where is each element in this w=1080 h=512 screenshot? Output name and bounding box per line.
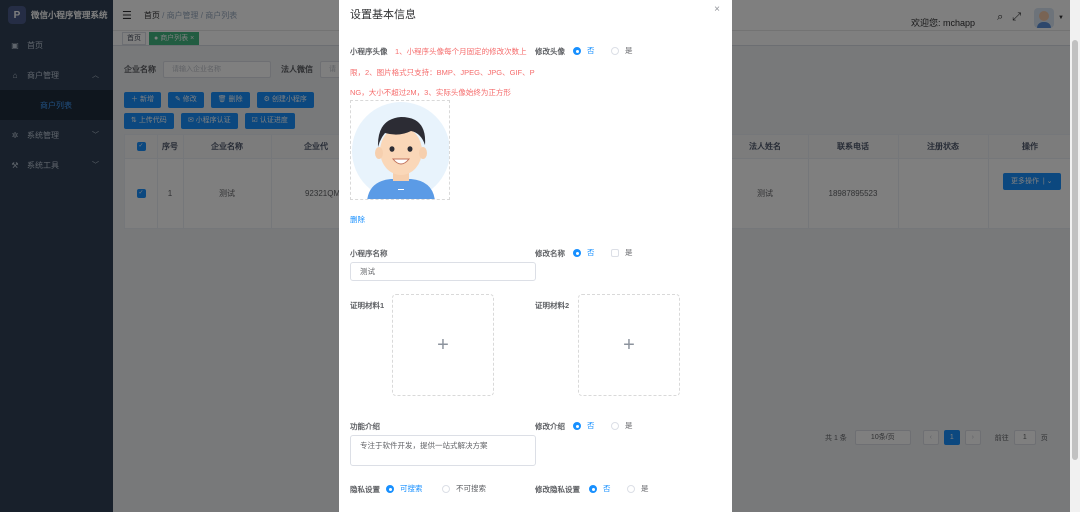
cert1-upload[interactable]: + [392,294,494,396]
edit-name-yes-radio[interactable]: 是 [611,247,633,258]
edit-name-no-radio[interactable]: 否 [573,247,595,258]
avatar-note: 限，2、图片格式只支持：BMP、JPEG、JPG、GIF、P [350,68,535,77]
radio-label: 否 [587,248,595,257]
edit-intro-yes-radio[interactable]: 是 [611,420,633,431]
edit-name-label: 修改名称 [535,249,565,258]
avatar-image [352,102,449,199]
edit-intro-no-radio[interactable]: 否 [573,420,595,431]
cert2-upload[interactable]: + [578,294,680,396]
radio-label: 否 [587,421,595,430]
intro-textarea[interactable]: 专注于软件开发，提供一站式解决方案 [350,435,536,466]
radio-label: 是 [625,248,633,257]
radio-label: 是 [625,46,633,55]
radio-label: 否 [603,484,611,493]
radio-label: 否 [587,46,595,55]
dialog-title: 设置基本信息 [350,9,416,21]
privacy-unsearchable-radio[interactable]: 不可搜索 [442,483,486,494]
avatar-note: NG，大小不超过2M，3、实际头像始终为正方形 [350,88,511,97]
avatar-preview[interactable] [350,100,450,200]
basic-info-dialog: 设置基本信息 × 小程序头像 1、小程序头像每个月固定的修改次数上 修改头像 否… [339,0,732,512]
radio-label: 可搜索 [400,484,423,493]
cert2-label: 证明材料2 [535,301,570,310]
edit-privacy-no-radio[interactable]: 否 [589,483,611,494]
plus-icon: + [623,333,635,356]
radio-label: 是 [641,484,649,493]
edit-avatar-yes-radio[interactable]: 是 [611,45,633,56]
privacy-searchable-radio[interactable]: 可搜索 [386,483,423,494]
avatar-label: 小程序头像 [350,47,388,56]
cert1-label: 证明材料1 [350,301,385,310]
radio-label: 是 [625,421,633,430]
edit-avatar-no-radio[interactable]: 否 [573,45,595,56]
close-icon[interactable]: × [714,4,720,15]
edit-avatar-label: 修改头像 [535,47,565,56]
intro-label: 功能介绍 [350,422,380,431]
avatar-note: 1、小程序头像每个月固定的修改次数上 [395,47,527,56]
edit-privacy-yes-radio[interactable]: 是 [627,483,649,494]
edit-privacy-label: 修改隐私设置 [535,485,580,494]
radio-label: 不可搜索 [456,484,486,493]
name-label: 小程序名称 [350,249,388,258]
edit-intro-label: 修改介绍 [535,422,565,431]
plus-icon: + [437,333,449,356]
scrollbar[interactable] [1070,0,1080,512]
name-input[interactable]: 测试 [350,262,536,281]
privacy-label: 隐私设置 [350,485,380,494]
delete-avatar-link[interactable]: 删除 [350,214,365,225]
